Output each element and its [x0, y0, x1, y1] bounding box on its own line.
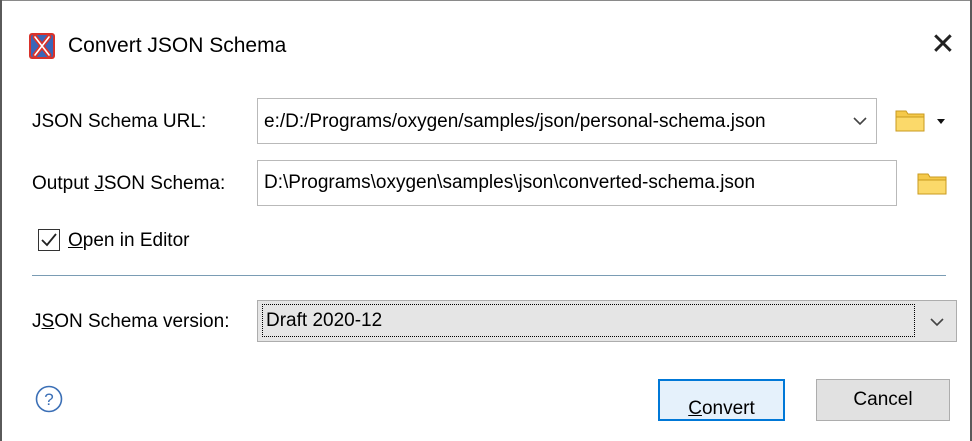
oxygen-app-icon — [29, 33, 55, 59]
folder-icon[interactable] — [895, 108, 925, 132]
convert-button[interactable]: Convert — [658, 379, 785, 421]
version-select[interactable]: Draft 2020-12 — [257, 300, 957, 342]
separator — [32, 275, 946, 276]
dialog-title: Convert JSON Schema — [68, 34, 287, 57]
version-selected: Draft 2020-12 — [266, 310, 383, 331]
url-label: JSON Schema URL: — [32, 110, 206, 134]
close-icon[interactable]: ✕ — [927, 29, 959, 61]
version-label-mnemonic: S — [41, 311, 55, 332]
output-label-mnemonic: J — [94, 173, 104, 194]
cancel-label: Cancel — [853, 389, 913, 410]
convert-mnemonic: C — [688, 398, 702, 419]
open-in-editor-checkbox[interactable] — [38, 229, 60, 251]
cancel-button[interactable]: Cancel — [816, 379, 950, 421]
convert-label-rest: onvert — [701, 398, 755, 419]
url-label-text: JSON Schema URL: — [32, 111, 207, 132]
open-in-editor-rest: pen in Editor — [82, 230, 190, 251]
url-combo-value: e:/D:/Programs/oxygen/samples/json/perso… — [264, 111, 766, 132]
title-bar[interactable]: Convert JSON Schema ✕ — [2, 1, 970, 87]
open-in-editor-label[interactable]: Open in Editor — [68, 229, 189, 253]
help-icon[interactable]: ? — [35, 385, 63, 413]
version-label-pre: J — [32, 311, 42, 332]
svg-text:?: ? — [44, 390, 53, 409]
version-label: JSON Schema version: — [32, 310, 229, 334]
output-label-pre: Output — [32, 173, 95, 194]
chevron-down-icon[interactable] — [846, 107, 874, 135]
url-combo[interactable]: e:/D:/Programs/oxygen/samples/json/perso… — [257, 98, 877, 144]
output-field-value: D:\Programs\oxygen\samples\json\converte… — [264, 172, 756, 193]
folder-icon[interactable] — [917, 171, 947, 195]
output-label: Output JSON Schema: — [32, 172, 225, 196]
checkmark-icon — [41, 233, 57, 247]
output-label-post: SON Schema: — [103, 173, 226, 194]
open-in-editor-mnemonic: O — [68, 230, 83, 251]
chevron-down-icon[interactable] — [923, 308, 951, 336]
version-label-post: ON Schema version: — [54, 311, 230, 332]
output-field[interactable]: D:\Programs\oxygen\samples\json\converte… — [257, 160, 897, 206]
folder-menu-arrow-icon[interactable] — [936, 116, 946, 126]
